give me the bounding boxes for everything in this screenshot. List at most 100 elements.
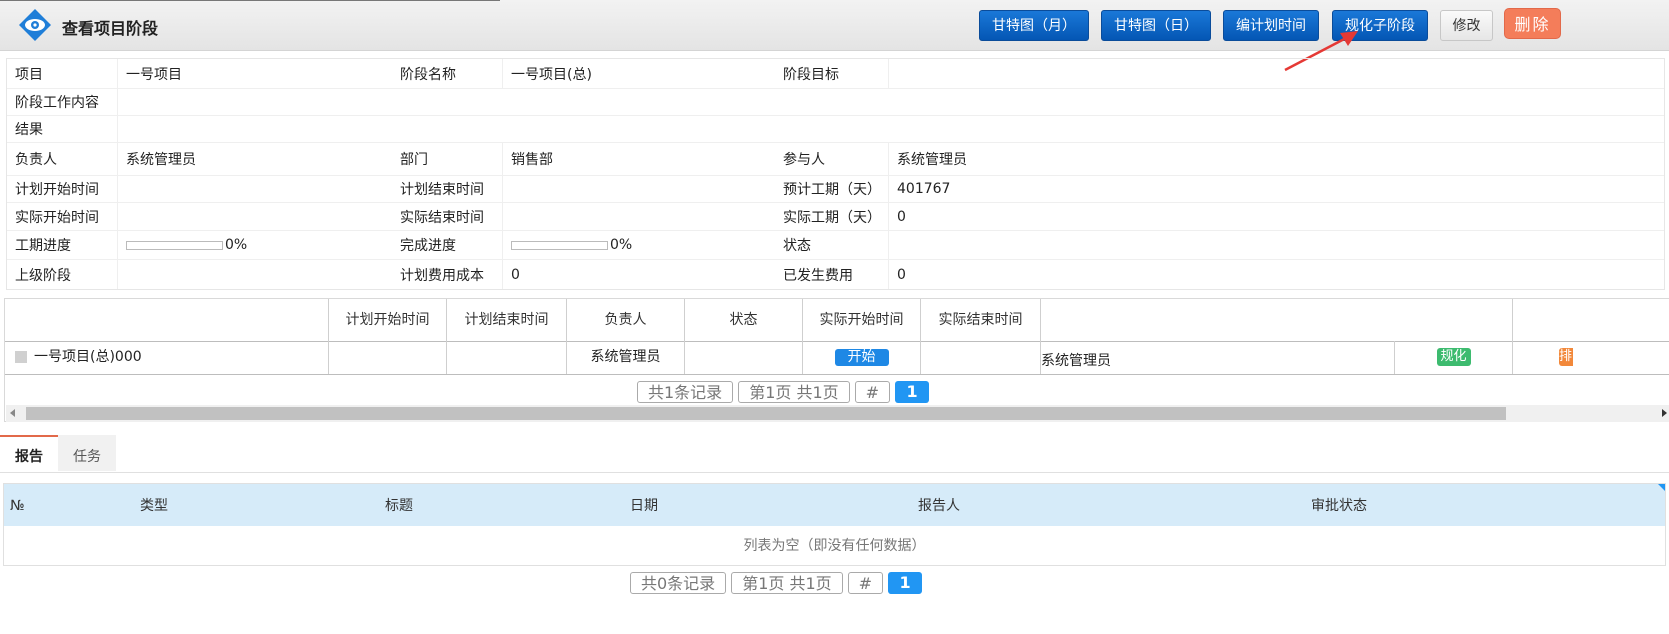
stage-name-value: 一号项目(总) xyxy=(511,66,592,83)
stage-goal-label: 阶段目标 xyxy=(775,59,889,88)
status-cell xyxy=(684,341,802,374)
work-content-value xyxy=(118,89,1664,115)
record-count: 共0条记录 xyxy=(630,572,727,594)
gantt-month-button[interactable]: 甘特图（月） xyxy=(979,10,1089,41)
schedule-progress-bar xyxy=(126,240,223,250)
owner-value: 系统管理员 xyxy=(126,152,196,168)
actual-duration-value: 0 xyxy=(897,208,906,225)
action-cell-2: 排 xyxy=(1512,341,1669,374)
project-value: 一号项目 xyxy=(126,66,182,83)
corner-marker-icon xyxy=(1658,484,1665,491)
gantt-day-button[interactable]: 甘特图（日） xyxy=(1101,10,1211,41)
report-col-reporter: 报告人 xyxy=(918,498,960,514)
tab-report[interactable]: 报告 xyxy=(0,435,58,471)
grid-header-owner: 负责人 xyxy=(566,299,684,341)
info-row: 项目 一号项目 阶段名称 一号项目(总) 阶段目标 xyxy=(7,59,1664,89)
completion-value: 0% xyxy=(503,231,775,259)
parent-stage-label: 上级阶段 xyxy=(7,260,118,289)
table-row[interactable]: 一号项目(总)000 系统管理员 开始 系统管理员 规化 排 xyxy=(5,341,1669,375)
schedule-progress-label: 工期进度 xyxy=(7,231,118,259)
result-value xyxy=(118,116,1664,142)
grid-header-status: 状态 xyxy=(684,299,802,341)
modify-button[interactable]: 修改 xyxy=(1440,10,1493,41)
report-table: № 类型 标题 日期 报告人 审批状态 列表为空（即没有任何数据） xyxy=(3,483,1666,566)
partial-tag-button[interactable]: 排 xyxy=(1559,348,1573,366)
plan-end-label: 计划结束时间 xyxy=(392,176,503,202)
info-row: 计划开始时间 计划结束时间 预计工期（天） 401767 xyxy=(7,176,1664,203)
work-content-label: 阶段工作内容 xyxy=(7,89,118,115)
plan-end-cell xyxy=(446,341,566,374)
top-divider xyxy=(0,0,500,1)
plan-cost-label: 计划费用成本 xyxy=(392,260,503,289)
status-label: 状态 xyxy=(775,231,889,259)
report-pager: 共0条记录 第1页 共1页 # 1 xyxy=(630,572,923,594)
info-row: 负责人 系统管理员 部门 销售部 参与人 系统管理员 xyxy=(7,143,1664,176)
expand-square-icon[interactable] xyxy=(15,351,27,363)
actual-start-cell: 开始 xyxy=(802,341,920,374)
plan-end-value xyxy=(503,176,775,202)
current-page-button[interactable]: 1 xyxy=(895,381,930,403)
info-row: 工期进度 0% 完成进度 0% 状态 xyxy=(7,231,1664,260)
est-duration-value: 401767 xyxy=(897,181,951,197)
page-title: 查看项目阶段 xyxy=(62,19,159,38)
grid-header-plan-end: 计划结束时间 xyxy=(446,299,566,341)
record-count: 共1条记录 xyxy=(637,381,734,403)
scroll-right-arrow-icon[interactable] xyxy=(1662,409,1667,417)
parent-stage-value xyxy=(118,260,392,289)
participant-value: 系统管理员 xyxy=(897,152,967,168)
report-table-header: № 类型 标题 日期 报告人 审批状态 xyxy=(4,484,1665,526)
report-col-approval: 审批状态 xyxy=(1311,498,1367,514)
stage-row-name: 一号项目(总)000 xyxy=(34,349,142,365)
tab-bar: 报告 任务 xyxy=(0,435,1669,473)
info-row: 实际开始时间 实际结束时间 实际工期（天） 0 xyxy=(7,203,1664,231)
grid-header-plan-start: 计划开始时间 xyxy=(328,299,446,341)
plan-cost-value: 0 xyxy=(511,266,520,283)
grid-header-actual-end: 实际结束时间 xyxy=(920,299,1040,341)
dept-value: 销售部 xyxy=(511,152,553,168)
actual-duration-label: 实际工期（天） xyxy=(775,203,889,230)
completion-text: 0% xyxy=(610,237,633,253)
schedule-progress-value: 0% xyxy=(118,231,392,259)
page-jump-button[interactable]: # xyxy=(854,381,891,403)
grid-header-actual-start: 实际开始时间 xyxy=(802,299,920,341)
status-value xyxy=(889,231,1664,259)
scroll-left-arrow-icon[interactable] xyxy=(10,409,15,417)
stage-grid-pager: 共1条记录 第1页 共1页 # 1 xyxy=(637,381,930,403)
delete-button[interactable]: 删除 xyxy=(1504,8,1561,39)
est-duration-label: 预计工期（天） xyxy=(775,176,889,202)
action-cell: 规化 xyxy=(1394,341,1512,374)
plan-start-cell xyxy=(328,341,446,374)
dept-label: 部门 xyxy=(392,143,503,175)
horizontal-scrollbar[interactable] xyxy=(6,405,1669,422)
page-info: 第1页 共1页 xyxy=(738,381,850,403)
participant-label: 参与人 xyxy=(775,143,889,175)
grid-header-row: 计划开始时间 计划结束时间 负责人 状态 实际开始时间 实际结束时间 xyxy=(5,299,1669,342)
grid-header-name xyxy=(5,299,328,341)
tab-task[interactable]: 任务 xyxy=(58,435,116,471)
owner-label: 负责人 xyxy=(7,143,118,175)
page-header: 查看项目阶段 甘特图（月） 甘特图（日） 编计划时间 规化子阶段 修改 删除 xyxy=(0,0,1669,51)
page-jump-button[interactable]: # xyxy=(847,572,884,594)
actual-end-value xyxy=(503,203,775,230)
report-col-no: № xyxy=(10,498,25,514)
current-page-button[interactable]: 1 xyxy=(888,572,923,594)
start-button[interactable]: 开始 xyxy=(834,348,889,366)
result-label: 结果 xyxy=(7,116,118,142)
stage-name-label: 阶段名称 xyxy=(392,59,503,88)
stage-goal-value xyxy=(889,59,1664,88)
stage-info-table: 项目 一号项目 阶段名称 一号项目(总) 阶段目标 阶段工作内容 结果 负责人 … xyxy=(6,58,1665,290)
grid-header-actions xyxy=(1512,299,1669,341)
schedule-progress-text: 0% xyxy=(225,237,248,253)
grid-header-participant xyxy=(1040,299,1512,341)
incurred-cost-value: 0 xyxy=(897,266,906,283)
completion-progress-bar xyxy=(511,240,608,250)
incurred-cost-label: 已发生费用 xyxy=(775,260,889,289)
info-row: 上级阶段 计划费用成本 0 已发生费用 0 xyxy=(7,260,1664,289)
completion-label: 完成进度 xyxy=(392,231,503,259)
standardize-tag-button[interactable]: 规化 xyxy=(1436,348,1471,366)
scroll-thumb[interactable] xyxy=(26,407,1506,420)
eye-logo-icon xyxy=(19,9,51,41)
participant-cell: 系统管理员 xyxy=(1040,341,1394,374)
plan-start-label: 计划开始时间 xyxy=(7,176,118,202)
owner-cell: 系统管理员 xyxy=(566,341,684,374)
